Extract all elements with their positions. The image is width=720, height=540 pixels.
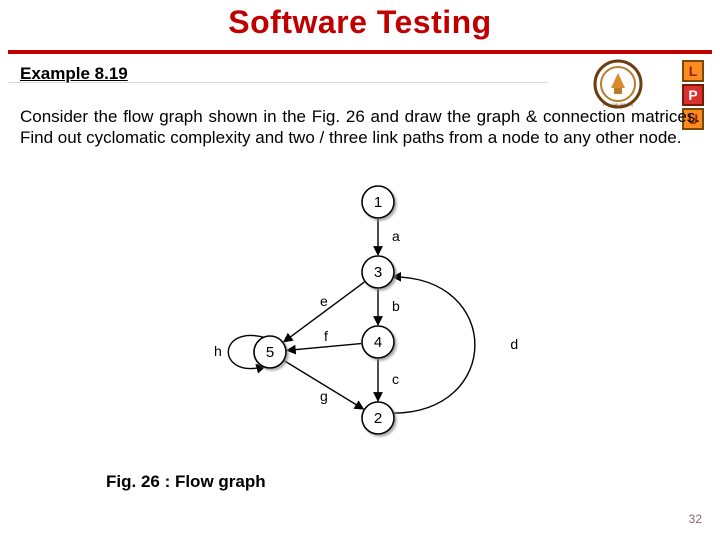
flow-graph: a e b f c g h d 1 3 4 5 2 [182, 180, 542, 460]
edge-a: a [378, 219, 400, 255]
slide-title: Software Testing [0, 4, 720, 41]
title-bar: Software Testing [0, 0, 720, 41]
svg-text:a: a [392, 228, 400, 244]
node-4: 4 [362, 326, 394, 358]
slide-number: 32 [689, 512, 702, 526]
university-seal-icon: PUNJAB (INDIA) [590, 58, 646, 110]
figure-caption: Fig. 26 : Flow graph [106, 472, 266, 492]
logo-letter-p: P [682, 84, 704, 106]
body-text: Consider the flow graph shown in the Fig… [20, 106, 700, 149]
title-rule [8, 50, 712, 54]
node-5: 5 [254, 336, 286, 368]
slide: Software Testing PUNJAB (INDIA) L P U Ex… [0, 0, 720, 540]
example-label: Example 8.19 [20, 64, 128, 84]
edge-b: b [378, 289, 400, 325]
svg-text:5: 5 [266, 344, 274, 361]
node-2: 2 [362, 402, 394, 434]
university-logo: PUNJAB (INDIA) L P U [590, 58, 704, 110]
node-1: 1 [362, 186, 394, 218]
node-3: 3 [362, 256, 394, 288]
svg-text:h: h [214, 343, 222, 359]
slide-inner: Software Testing PUNJAB (INDIA) L P U Ex… [0, 0, 720, 540]
svg-text:1: 1 [374, 194, 382, 211]
edge-g: g [285, 361, 364, 409]
edges-layer: a e b f c g h d [214, 219, 518, 413]
edge-c: c [378, 359, 399, 401]
svg-text:g: g [320, 388, 328, 404]
svg-text:b: b [392, 298, 400, 314]
edge-d: d [392, 277, 518, 413]
svg-text:4: 4 [374, 334, 382, 351]
svg-text:3: 3 [374, 264, 382, 281]
svg-text:f: f [324, 328, 328, 344]
svg-text:2: 2 [374, 410, 382, 427]
svg-text:d: d [510, 336, 518, 352]
logo-letter-l: L [682, 60, 704, 82]
svg-text:c: c [392, 371, 399, 387]
svg-text:e: e [320, 293, 328, 309]
